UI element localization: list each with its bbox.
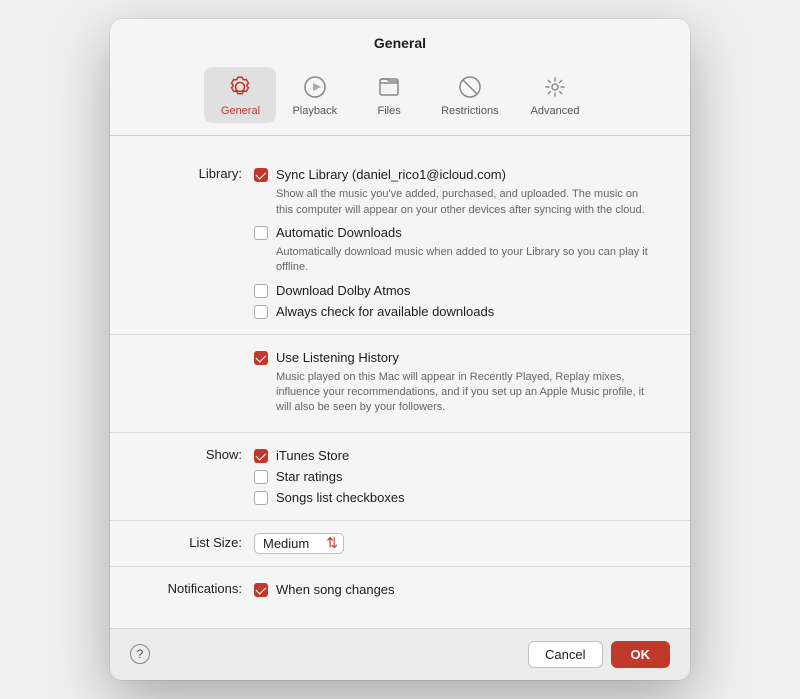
files-icon [375, 73, 403, 101]
star-ratings-check-row: Star ratings [254, 466, 342, 487]
library-section: Library: Sync Library (daniel_rico1@iclo… [110, 152, 690, 335]
star-ratings-text: Star ratings [276, 469, 342, 484]
show-options: iTunes Store Star ratings Songs list che… [254, 445, 666, 508]
notifications-row: Notifications: When song changes [110, 575, 690, 604]
list-size-select[interactable]: Small Medium Large [254, 533, 344, 554]
toolbar: General Playback Files [110, 59, 690, 136]
itunes-store-text: iTunes Store [276, 448, 349, 463]
tab-general[interactable]: General [204, 67, 276, 123]
notifications-options: When song changes [254, 579, 666, 600]
star-ratings-checkbox[interactable] [254, 470, 268, 484]
list-size-row: List Size: Small Medium Large ⇅ [110, 529, 690, 558]
playback-icon [301, 73, 329, 101]
tab-playback-label: Playback [292, 105, 337, 117]
preferences-dialog: General General Playback [110, 19, 690, 680]
history-options: Use Listening History Music played on th… [254, 347, 666, 420]
auto-downloads-checkbox[interactable] [254, 226, 268, 240]
check-downloads-check-row: Always check for available downloads [254, 301, 494, 322]
auto-downloads-check-row: Automatic Downloads [254, 222, 402, 243]
history-row: Use Listening History Music played on th… [110, 343, 690, 424]
list-size-dropdown-wrapper: Small Medium Large ⇅ [254, 533, 344, 554]
tab-playback[interactable]: Playback [276, 67, 353, 123]
when-song-changes-check-row: When song changes [254, 579, 395, 600]
tab-restrictions-label: Restrictions [441, 105, 498, 117]
listening-history-checkbox[interactable] [254, 351, 268, 365]
listening-history-text: Use Listening History [276, 350, 399, 365]
dialog-footer: ? Cancel OK [110, 628, 690, 680]
songs-checkboxes-text: Songs list checkboxes [276, 490, 405, 505]
show-row: Show: iTunes Store Star ratings Songs li… [110, 441, 690, 512]
tab-general-label: General [221, 105, 260, 117]
sync-library-row: Library: Sync Library (daniel_rico1@iclo… [110, 160, 690, 326]
footer-buttons: Cancel OK [528, 641, 670, 668]
cancel-button[interactable]: Cancel [528, 641, 602, 668]
songs-checkboxes-check-row: Songs list checkboxes [254, 487, 405, 508]
tab-files-label: Files [377, 105, 400, 117]
history-section: Use Listening History Music played on th… [110, 335, 690, 433]
when-song-changes-checkbox[interactable] [254, 583, 268, 597]
show-section: Show: iTunes Store Star ratings Songs li… [110, 433, 690, 521]
sync-library-check-row: Sync Library (daniel_rico1@icloud.com) [254, 164, 506, 185]
sync-library-checkbox[interactable] [254, 168, 268, 182]
restrictions-icon [456, 73, 484, 101]
auto-downloads-text: Automatic Downloads [276, 225, 402, 240]
tab-advanced-label: Advanced [531, 105, 580, 117]
check-downloads-text: Always check for available downloads [276, 304, 494, 319]
list-size-section: List Size: Small Medium Large ⇅ [110, 521, 690, 567]
songs-checkboxes-checkbox[interactable] [254, 491, 268, 505]
tab-restrictions[interactable]: Restrictions [425, 67, 514, 123]
listening-history-check-row: Use Listening History [254, 347, 399, 368]
show-label: Show: [134, 445, 254, 462]
general-gear-icon [226, 73, 254, 101]
list-size-label: List Size: [134, 533, 254, 550]
auto-downloads-desc: Automatically download music when added … [276, 245, 656, 276]
library-options: Sync Library (daniel_rico1@icloud.com) S… [254, 164, 666, 322]
check-downloads-checkbox[interactable] [254, 305, 268, 319]
library-label: Library: [134, 164, 254, 181]
dolby-atmos-checkbox[interactable] [254, 284, 268, 298]
notifications-label: Notifications: [134, 579, 254, 596]
sync-library-text: Sync Library (daniel_rico1@icloud.com) [276, 167, 506, 182]
list-size-control: Small Medium Large ⇅ [254, 533, 666, 554]
help-button[interactable]: ? [130, 644, 150, 664]
sync-library-desc: Show all the music you've added, purchas… [276, 187, 656, 218]
ok-button[interactable]: OK [611, 641, 671, 668]
listening-history-desc: Music played on this Mac will appear in … [276, 370, 656, 416]
dolby-atmos-check-row: Download Dolby Atmos [254, 280, 410, 301]
itunes-store-checkbox[interactable] [254, 449, 268, 463]
content-area: Library: Sync Library (daniel_rico1@iclo… [110, 136, 690, 628]
itunes-store-check-row: iTunes Store [254, 445, 349, 466]
when-song-changes-text: When song changes [276, 582, 395, 597]
advanced-icon [541, 73, 569, 101]
dialog-title: General [110, 19, 690, 59]
tab-advanced[interactable]: Advanced [515, 67, 596, 123]
notifications-section: Notifications: When song changes [110, 567, 690, 612]
tab-files[interactable]: Files [353, 67, 425, 123]
dolby-atmos-text: Download Dolby Atmos [276, 283, 410, 298]
